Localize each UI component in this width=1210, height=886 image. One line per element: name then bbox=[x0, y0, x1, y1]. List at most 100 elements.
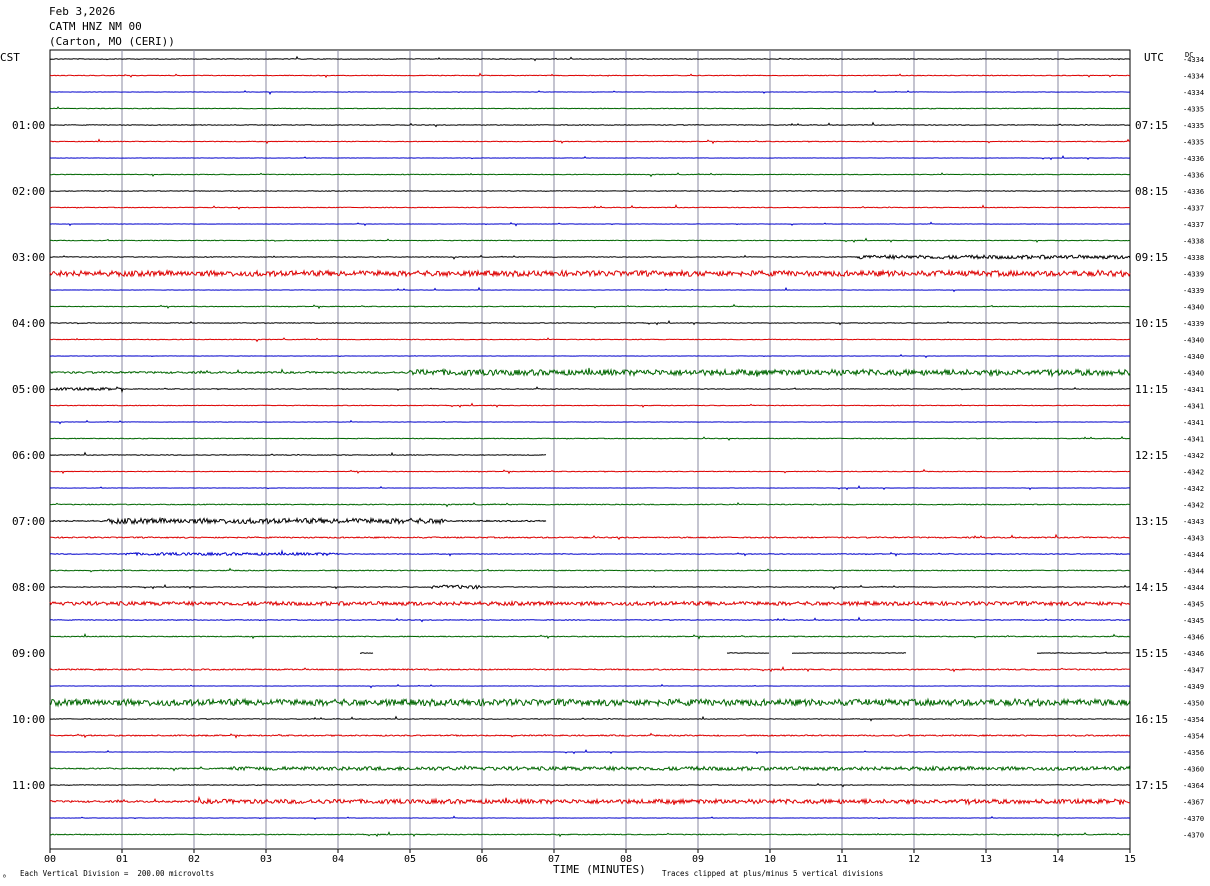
dc-offset-label: -4337 bbox=[1183, 221, 1204, 229]
dc-offset-label: -4335 bbox=[1183, 106, 1204, 114]
right-hour-label: 13:15 bbox=[1135, 515, 1168, 528]
dc-offset-label: -4340 bbox=[1183, 370, 1204, 378]
dc-offset-label: -4339 bbox=[1183, 287, 1204, 295]
trace-line bbox=[49, 666, 1131, 673]
dc-offset-label: -4347 bbox=[1183, 667, 1204, 675]
trace-line bbox=[49, 815, 1131, 820]
x-tick-label: 02 bbox=[188, 854, 200, 865]
trace-line bbox=[49, 402, 1131, 408]
trace-line bbox=[49, 203, 1131, 210]
trace-line bbox=[50, 354, 1130, 359]
dc-offset-label: -4339 bbox=[1183, 271, 1204, 279]
x-tick-label: 13 bbox=[980, 854, 992, 865]
trace-line bbox=[50, 138, 1130, 145]
x-tick-label: 15 bbox=[1124, 854, 1136, 865]
trace-line bbox=[49, 715, 1130, 722]
x-tick-label: 05 bbox=[404, 854, 416, 865]
x-tick-label: 00 bbox=[44, 854, 56, 865]
trace-line bbox=[49, 567, 1130, 573]
dc-offset-label: -4343 bbox=[1183, 518, 1204, 526]
trace-line bbox=[49, 121, 1131, 128]
trace-line bbox=[50, 89, 1130, 95]
trace-line bbox=[49, 268, 1131, 279]
trace-line bbox=[49, 190, 1131, 193]
right-hour-label: 07:15 bbox=[1135, 119, 1168, 132]
right-hour-label: 10:15 bbox=[1135, 317, 1168, 330]
x-tick-label: 07 bbox=[548, 854, 560, 865]
dc-offset-label: -4343 bbox=[1183, 535, 1204, 543]
left-hour-label: 09:00 bbox=[12, 647, 45, 660]
x-tick-label: 01 bbox=[116, 854, 128, 865]
dc-offset-label: -4338 bbox=[1183, 254, 1204, 262]
trace-line bbox=[49, 683, 1131, 689]
trace-line bbox=[49, 831, 1131, 838]
corner-mark: ⁰ bbox=[2, 873, 7, 882]
right-hour-label: 09:15 bbox=[1135, 251, 1168, 264]
trace-line bbox=[49, 697, 1131, 708]
x-tick-label: 08 bbox=[620, 854, 632, 865]
trace-line bbox=[49, 451, 547, 456]
scale-note: Each Vertical Division = 200.00 microvol… bbox=[20, 869, 214, 878]
trace-line bbox=[49, 319, 1130, 326]
trace-line bbox=[49, 549, 1131, 557]
dc-offset-label: -4342 bbox=[1183, 502, 1204, 510]
dc-offset-label: -4342 bbox=[1183, 452, 1204, 460]
right-hour-label: 17:15 bbox=[1135, 779, 1168, 792]
trace-line bbox=[49, 795, 1131, 806]
trace-line bbox=[49, 237, 1131, 243]
trace-line bbox=[49, 583, 1130, 590]
dc-offset-label: -4346 bbox=[1183, 650, 1204, 658]
dc-offset-label: -4367 bbox=[1183, 799, 1204, 807]
trace-line bbox=[49, 221, 1131, 227]
dc-offset-label: -4339 bbox=[1183, 320, 1204, 328]
dc-offset-label: -4341 bbox=[1183, 419, 1204, 427]
x-tick-label: 03 bbox=[260, 854, 272, 865]
trace-line bbox=[49, 632, 1131, 640]
traces bbox=[49, 55, 1131, 838]
dc-offset-label: -4354 bbox=[1183, 733, 1204, 741]
x-tick-label: 09 bbox=[692, 854, 704, 865]
trace-line bbox=[49, 485, 1131, 491]
trace-line bbox=[49, 764, 1131, 772]
left-hour-label: 02:00 bbox=[12, 185, 45, 198]
trace-line bbox=[49, 386, 1131, 394]
left-hour-label: 10:00 bbox=[12, 713, 45, 726]
dc-offset-label: -4342 bbox=[1183, 469, 1204, 477]
dc-offset-label: -4340 bbox=[1183, 337, 1204, 345]
right-hour-label: 15:15 bbox=[1135, 647, 1168, 660]
x-tick-label: 11 bbox=[836, 854, 848, 865]
left-hour-label: 04:00 bbox=[12, 317, 45, 330]
trace-line bbox=[49, 106, 1131, 110]
trace-line bbox=[50, 286, 1131, 293]
trace-line bbox=[49, 253, 1131, 261]
dc-offset-label: -4349 bbox=[1183, 683, 1204, 691]
right-hour-label: 11:15 bbox=[1135, 383, 1168, 396]
trace-line bbox=[50, 516, 547, 526]
trace-line bbox=[49, 419, 1131, 425]
trace-line bbox=[49, 72, 1131, 79]
left-hour-label: 11:00 bbox=[12, 779, 45, 792]
dc-offset-label: -4341 bbox=[1183, 436, 1204, 444]
dc-offset-label: -4345 bbox=[1183, 617, 1204, 625]
x-tick-label: 14 bbox=[1052, 854, 1064, 865]
grid bbox=[49, 49, 1131, 853]
x-tick-label: 04 bbox=[332, 854, 344, 865]
right-zone-label: UTC bbox=[1144, 51, 1164, 64]
trace-line bbox=[49, 468, 1131, 475]
dc-offset-label: -4340 bbox=[1183, 304, 1204, 312]
trace-line bbox=[49, 732, 1131, 739]
trace-line bbox=[49, 155, 1131, 161]
trace-line bbox=[50, 533, 1131, 541]
dc-offset-label: -4342 bbox=[1183, 485, 1204, 493]
helicorder-plot: CST UTC DC TIME (MINUTES) Each Vertical … bbox=[0, 49, 1204, 882]
dc-offset-label: -4334 bbox=[1183, 89, 1204, 97]
dc-offset-label: -4370 bbox=[1183, 832, 1204, 840]
dc-offset-label: -4370 bbox=[1183, 815, 1204, 823]
plot-frame bbox=[49, 49, 1131, 850]
trace-line bbox=[49, 782, 1131, 788]
left-hour-label: 08:00 bbox=[12, 581, 45, 594]
dc-offset-label: -4335 bbox=[1183, 122, 1204, 130]
x-tick-label: 10 bbox=[764, 854, 776, 865]
dc-offset-label: -4360 bbox=[1183, 766, 1204, 774]
dc-offset-label: -4354 bbox=[1183, 716, 1204, 724]
